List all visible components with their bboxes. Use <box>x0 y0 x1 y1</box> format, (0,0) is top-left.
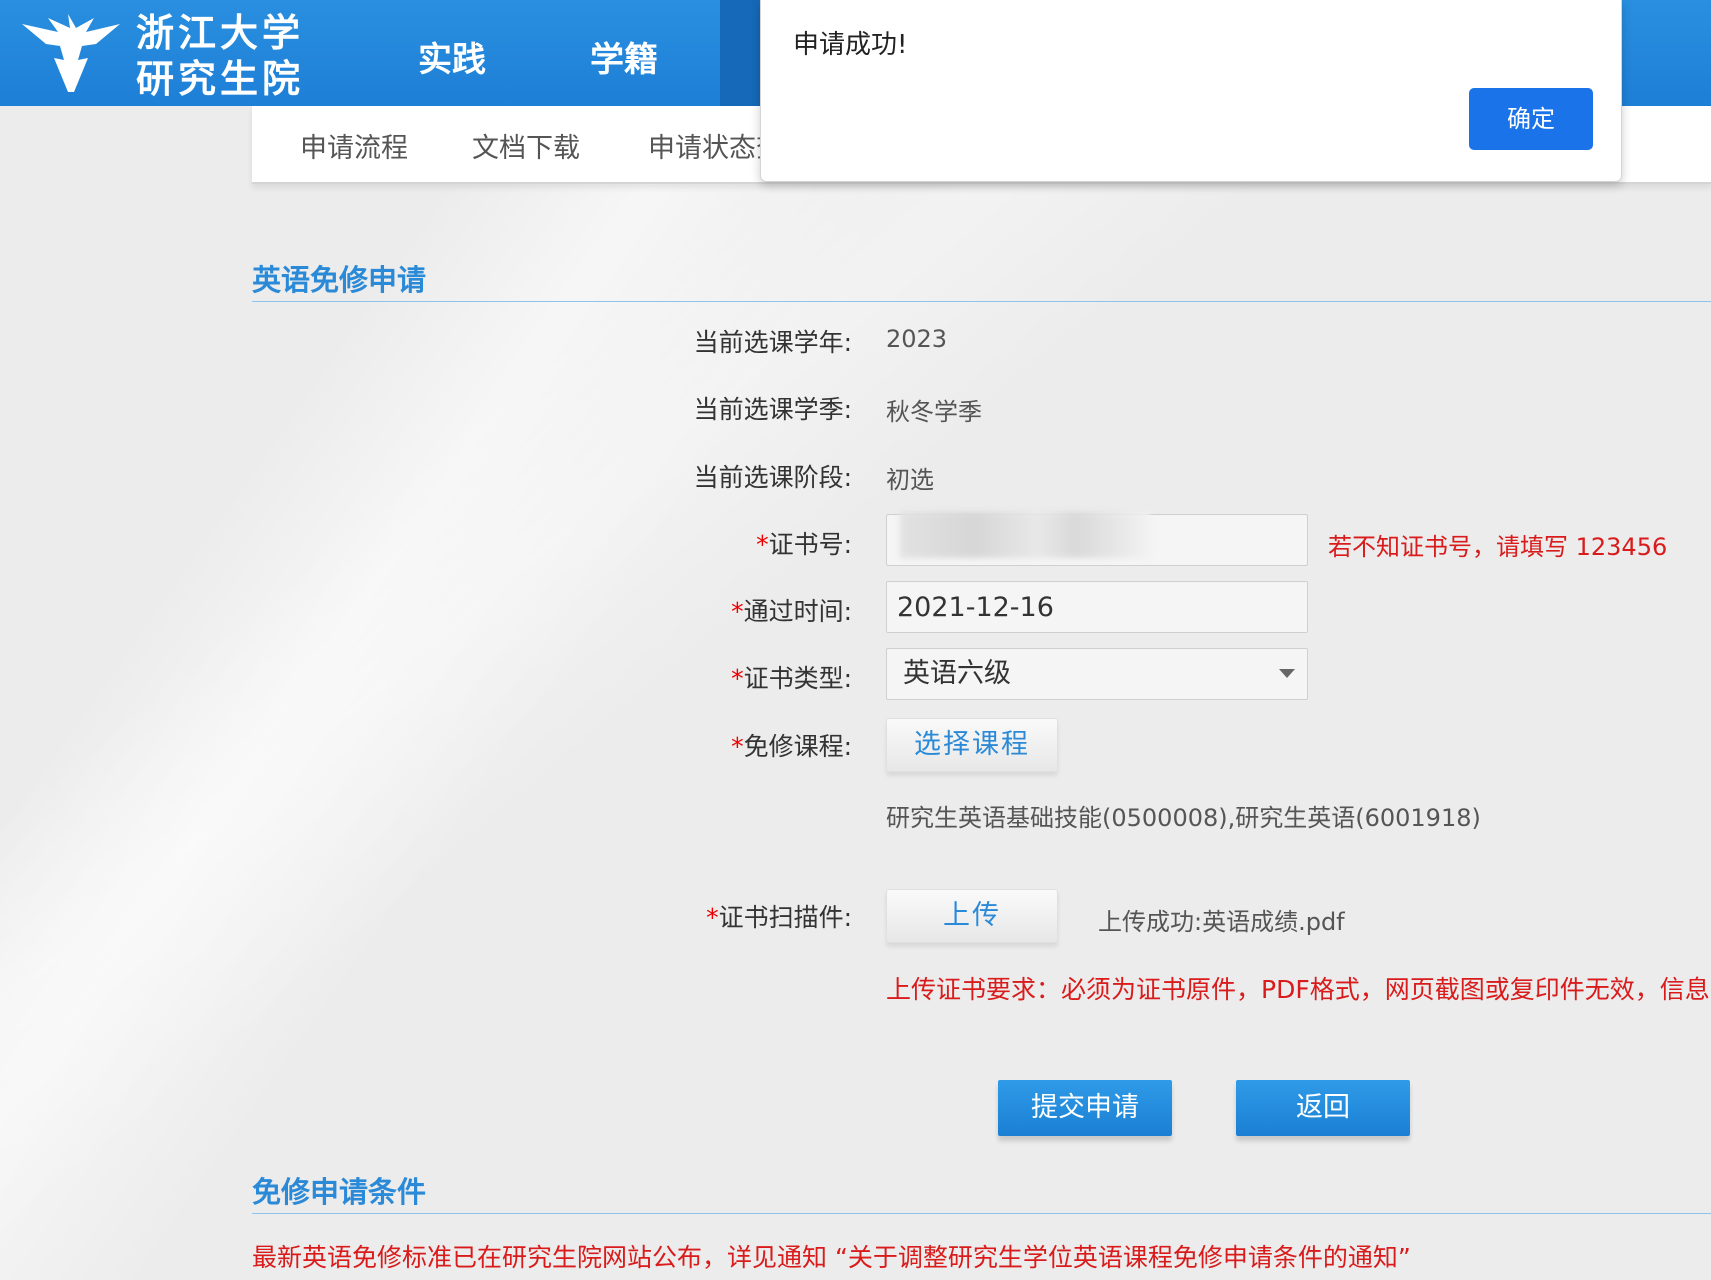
cert-no-label: *证书号: <box>592 525 852 561</box>
background <box>0 0 1711 1280</box>
university-logo-icon <box>22 14 120 92</box>
scan-label: *证书扫描件: <box>592 898 852 934</box>
subnav-doc-download[interactable]: 文档下载 <box>472 126 580 165</box>
year-label: 当前选课学年: <box>693 328 852 357</box>
back-button[interactable]: 返回 <box>1236 1080 1410 1136</box>
cert-type-label: *证书类型: <box>592 659 852 695</box>
dialog-ok-button[interactable]: 确定 <box>1469 88 1593 150</box>
required-mark: * <box>731 664 744 693</box>
required-mark: * <box>706 903 719 932</box>
stage-label: 当前选课阶段: <box>693 463 852 492</box>
cert-no-hint: 若不知证书号，请填写 123456 <box>1328 533 1668 561</box>
cert-type-selected: 英语六级 <box>903 658 1011 689</box>
nav-active-indicator <box>720 0 760 106</box>
submit-button[interactable]: 提交申请 <box>998 1080 1172 1136</box>
select-course-button[interactable]: 选择课程 <box>886 718 1058 772</box>
nav-enrollment[interactable]: 学籍 <box>590 32 658 81</box>
pass-time-label: *通过时间: <box>592 592 852 628</box>
section-english-exemption: 英语免修申请 <box>252 254 1711 302</box>
chevron-down-icon <box>1279 669 1295 678</box>
required-mark: * <box>756 530 769 559</box>
logo-text: 浙江大学 研究生院 <box>136 10 304 102</box>
required-mark: * <box>731 732 744 761</box>
course-label-text: 免修课程: <box>743 732 852 761</box>
selected-courses: 研究生英语基础技能(0500008),研究生英语(6001918) <box>886 804 1481 832</box>
upload-status: 上传成功:英语成绩.pdf <box>1098 908 1345 936</box>
season-value: 秋冬学季 <box>886 398 982 426</box>
logo-line-2: 研究生院 <box>136 57 305 101</box>
upload-requirement: 上传证书要求：必须为证书原件，PDF格式，网页截图或复印件无效，信息 <box>886 975 1710 1004</box>
year-value: 2023 <box>886 325 948 353</box>
course-label: *免修课程: <box>592 727 852 763</box>
stage-value: 初选 <box>886 466 934 494</box>
cert-no-label-text: 证书号: <box>768 530 852 559</box>
logo-line-1: 浙江大学 <box>136 11 305 55</box>
pass-time-label-text: 通过时间: <box>743 597 852 626</box>
upload-button[interactable]: 上传 <box>886 889 1058 943</box>
section-exemption-conditions: 免修申请条件 <box>252 1166 1711 1214</box>
exemption-notice: 最新英语免修标准已在研究生院网站公布，详见通知 “关于调整研究生学位英语课程免修… <box>252 1243 1411 1272</box>
success-dialog: 申请成功! 确定 <box>760 0 1622 182</box>
cert-type-select[interactable]: 英语六级 <box>886 648 1308 700</box>
scan-label-text: 证书扫描件: <box>718 903 852 932</box>
redacted-cert-number <box>900 512 1150 558</box>
required-mark: * <box>731 597 744 626</box>
season-label: 当前选课学季: <box>693 395 852 424</box>
section-title: 免修申请条件 <box>252 1175 427 1209</box>
subnav-apply-process[interactable]: 申请流程 <box>300 126 408 165</box>
nav-practice[interactable]: 实践 <box>418 32 486 81</box>
dialog-message: 申请成功! <box>793 30 908 60</box>
cert-type-label-text: 证书类型: <box>743 664 852 693</box>
pass-time-input[interactable] <box>886 581 1308 633</box>
section-title: 英语免修申请 <box>252 263 427 297</box>
